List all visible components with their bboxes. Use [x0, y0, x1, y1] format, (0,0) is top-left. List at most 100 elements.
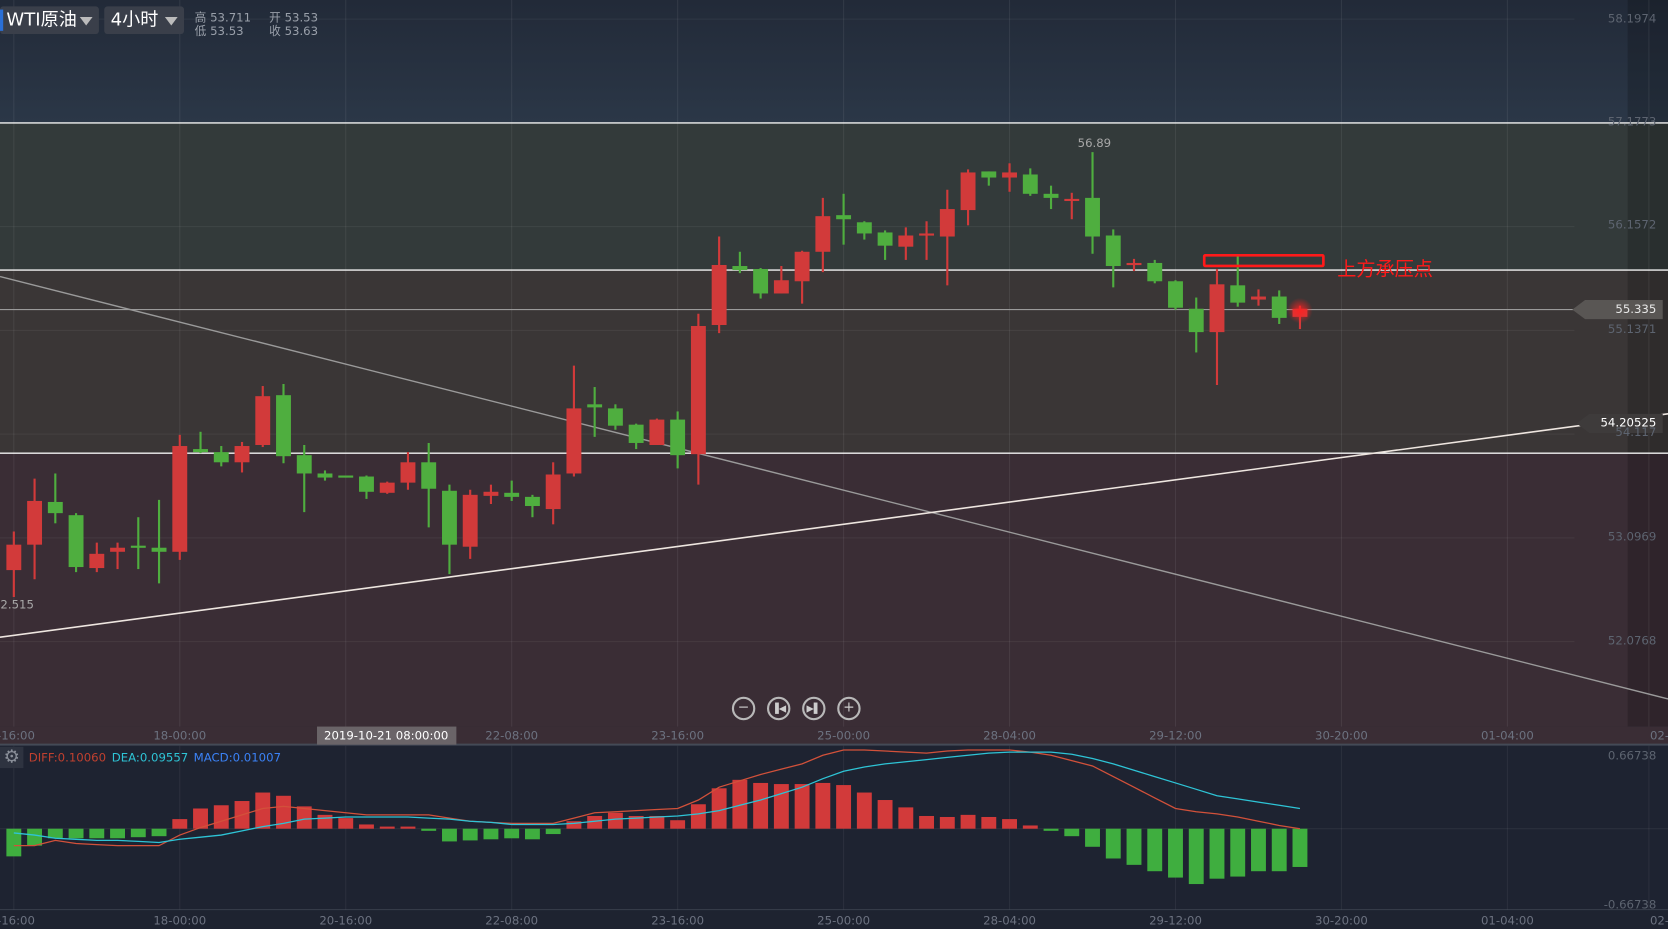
candle-body — [1126, 262, 1142, 266]
macd-axis-top: 0.66738 — [1607, 748, 1657, 763]
candle-body — [1064, 198, 1080, 202]
macd-histogram-bar — [1022, 825, 1038, 829]
scroll-start-button[interactable]: ▐◀ — [766, 696, 791, 721]
symbol-accent — [0, 9, 4, 31]
candle-body — [732, 266, 748, 271]
candle — [68, 513, 84, 573]
macd-histogram-bar — [1002, 819, 1017, 829]
macd-histogram-bar — [27, 828, 43, 846]
candle-body — [960, 172, 976, 211]
time-axis-label: 22-08:00 — [485, 728, 539, 743]
macd-histogram-bar — [1209, 828, 1225, 879]
macd-histogram-bar — [89, 828, 105, 839]
price-axis-label: 53.0969 — [1607, 529, 1657, 544]
candle — [379, 481, 395, 494]
low-value: 低 53.53 — [194, 24, 244, 39]
macd-histogram-bar — [421, 828, 437, 831]
candle-body — [193, 449, 208, 453]
time-axis-label: 23-16:00 — [651, 728, 705, 743]
macd-histogram-bar — [545, 828, 561, 835]
time-axis-label: 18-00:00 — [153, 728, 207, 743]
candle-body — [524, 496, 540, 507]
macd-histogram-bar — [1043, 828, 1059, 831]
live-price-glow — [1287, 297, 1313, 324]
period-dropdown[interactable]: 4小时 — [104, 6, 185, 35]
macd-time-label: 20-16:00 — [319, 913, 373, 928]
macd-histogram-bar — [462, 828, 478, 841]
candle-body — [649, 419, 665, 446]
period-label: 4小时 — [110, 9, 159, 31]
candle-body — [794, 251, 810, 282]
time-axis-label: 25-00:00 — [817, 728, 871, 743]
zoom-in-button[interactable]: + — [837, 696, 861, 721]
candle-body — [400, 462, 416, 483]
candle — [276, 383, 291, 464]
price-axis-label: 56.1572 — [1607, 218, 1657, 232]
candle-body — [1230, 285, 1246, 303]
candle-body — [255, 396, 271, 446]
candle-body — [1188, 308, 1204, 333]
macd-histogram-bar — [213, 805, 229, 829]
macd-histogram-bar — [981, 816, 997, 829]
zone-band-upper — [0, 122, 1668, 271]
macd-panel — [0, 745, 1668, 910]
macd-histogram-bar — [68, 828, 84, 839]
candle-body — [1147, 262, 1163, 282]
macd-time-label: 01-04:00 — [1480, 913, 1534, 928]
crosshair-time-label: 2019-10-21 08:00:00 — [324, 728, 449, 743]
macd-histogram-bar — [836, 785, 852, 829]
candle-body — [47, 501, 63, 514]
candle-body — [1168, 281, 1183, 308]
candle-body — [172, 446, 188, 552]
macd-histogram-bar — [172, 819, 188, 829]
ohlc-open-close: 开 53.53 收 53.63 — [269, 11, 318, 39]
macd-histogram-bar — [1251, 828, 1266, 872]
price-axis-label: 52.0768 — [1607, 634, 1657, 648]
candle-body — [151, 547, 167, 552]
candle-body — [1209, 284, 1225, 333]
candle-body — [773, 280, 789, 294]
macd-histogram-bar — [524, 828, 540, 840]
candle-body — [442, 490, 457, 545]
macd-histogram-bar — [1126, 828, 1142, 865]
candle — [649, 418, 665, 446]
macd-histogram-bar — [130, 828, 146, 838]
candle-body — [566, 408, 582, 474]
trendline-price-label: 54.20525 — [1600, 415, 1657, 430]
zone-band-lower — [0, 453, 1668, 727]
chevron-down-icon — [79, 17, 93, 26]
macd-settings-gear-icon[interactable]: ⚙ — [0, 746, 24, 769]
high-marker-label: 56.89 — [1077, 136, 1112, 150]
macd-time-label: -16:00 — [0, 913, 35, 928]
macd-histogram-bar — [1230, 828, 1246, 877]
macd-histogram-bar — [1085, 828, 1100, 847]
macd-histogram-bar — [1147, 828, 1163, 872]
symbol-dropdown[interactable]: WTI原油 — [0, 6, 99, 35]
time-axis-label: -16:00 — [0, 728, 35, 743]
candle-body — [110, 547, 125, 552]
resistance-annotation: 上方承压点 — [1337, 258, 1433, 281]
scroll-end-button[interactable]: ▶▌ — [802, 696, 826, 721]
candle-body — [276, 395, 291, 457]
candle-body — [711, 264, 727, 325]
chevron-down-icon — [164, 17, 178, 26]
time-axis-label: 01-04:00 — [1480, 728, 1534, 743]
macd-value-label: MACD:0.01007 — [193, 751, 282, 765]
macd-histogram-bar — [110, 828, 125, 839]
macd-histogram-bar — [442, 828, 457, 842]
candle-body — [1002, 172, 1017, 178]
candle-body — [1085, 197, 1100, 237]
macd-histogram-bar — [296, 806, 312, 829]
chart-canvas[interactable] — [0, 0, 1668, 929]
candle-body — [545, 474, 561, 510]
time-axis-label: 29-12:00 — [1149, 728, 1202, 743]
macd-histogram-bar — [939, 816, 955, 829]
candle-body — [898, 235, 914, 247]
macd-histogram-bar — [815, 782, 831, 829]
candle-body — [690, 326, 706, 455]
macd-time-label: 29-12:00 — [1149, 913, 1202, 928]
candle-body — [130, 545, 146, 548]
candle-body — [213, 452, 229, 463]
candle-body — [27, 500, 43, 545]
zoom-out-button[interactable]: − — [731, 696, 756, 721]
